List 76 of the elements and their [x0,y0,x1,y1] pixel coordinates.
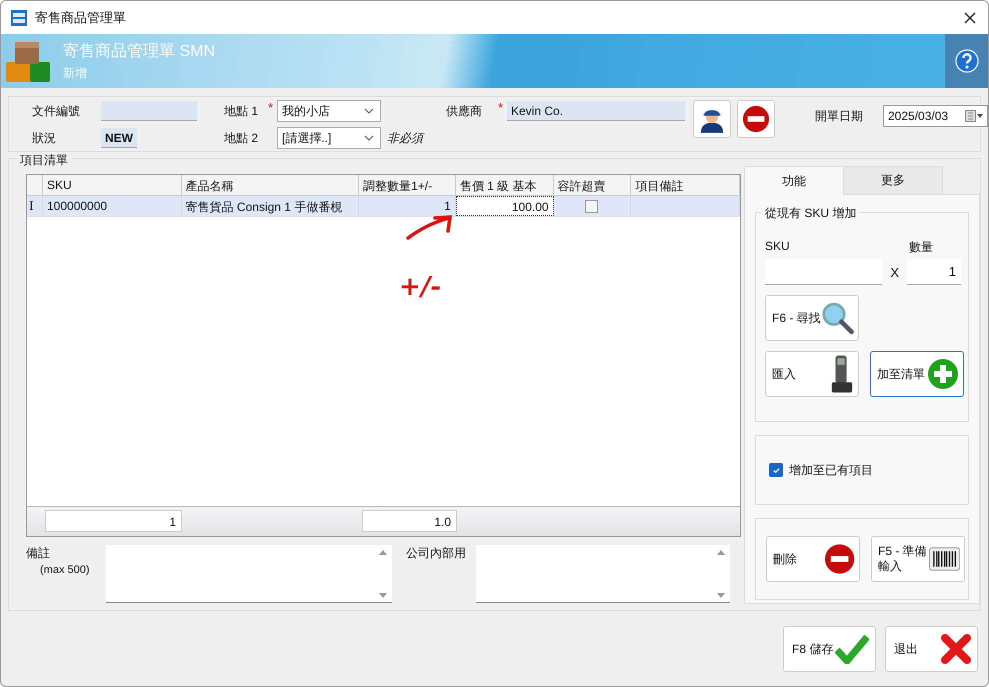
arrow-annotation [405,213,455,241]
field-label: 供應商 [446,102,483,120]
table-cell: 100000000 [43,196,182,216]
column-header[interactable]: 項目備註 [631,175,740,195]
save-button[interactable]: F8 儲存 [783,626,876,672]
checkmark-icon [772,466,780,474]
scroll-arrows-icon [716,549,726,599]
field-label: SKU [765,239,790,255]
required-mark: * [498,100,504,115]
close-icon[interactable] [964,12,976,24]
plus-icon [927,358,959,390]
optional-note: 非必須 [387,130,423,146]
group-title: 項目清單 [17,152,71,169]
customer-button[interactable] [693,100,731,138]
action-button[interactable]: F6 - 尋找 [765,295,859,341]
column-header[interactable]: 調整數量1+/- [359,175,456,195]
price-cell[interactable]: 100.00 [456,196,554,216]
field-label: 文件編號 [32,102,81,120]
window-title: 寄售商品管理單 [35,8,127,26]
required-mark: * [268,100,274,115]
times-sign: X [889,264,900,280]
total-field: 1.0 [362,510,457,532]
field-label: 數量 [909,239,933,256]
location-select[interactable]: 我的小店 [277,100,381,122]
action-button[interactable]: 匯入 [765,351,859,397]
cross-icon [941,634,971,664]
column-header[interactable]: 產品名稱 [182,175,360,195]
group-title: 從現有 SKU 增加 [762,205,860,222]
column-header[interactable]: SKU [43,175,182,195]
table-cell: 寄售貨品 Consign 1 手做番梘 [182,196,360,216]
calendar-icon [965,110,983,122]
date-field[interactable]: 2025/03/03 [883,105,988,127]
scroll-arrows-icon [378,549,388,599]
clear-button[interactable] [737,100,775,138]
table-row[interactable]: I 100000000 寄售貨品 Consign 1 手做番梘 1 100.00 [27,196,740,217]
barcode-icon [928,547,960,571]
checkmark-icon [835,634,869,664]
field-label: 狀況 [32,130,57,146]
doc-number-field[interactable] [101,101,197,121]
status-value: NEW [101,128,137,148]
field-label: 地點 2 [224,130,260,146]
memo-field[interactable] [106,545,392,603]
field-hint: (max 500) [40,564,91,576]
search-icon [820,301,854,335]
tab[interactable]: 更多 [843,166,943,194]
column-header[interactable]: 容許超賣 [554,175,632,195]
minus-icon [742,105,770,133]
help-button[interactable] [945,34,988,88]
supplier-field[interactable]: Kevin Co. [507,101,685,121]
action-button[interactable]: F5 - 準備輸入 [871,536,965,582]
help-icon [954,49,978,73]
checkbox[interactable] [585,200,598,212]
sku-input[interactable] [765,259,882,285]
handheld-scanner-icon [830,354,854,394]
header-subtitle: 新增 [63,64,88,82]
exit-button[interactable]: 退出 [885,626,978,672]
tab[interactable]: 功能 [744,166,844,195]
handwritten-note: +/- [399,272,442,302]
field-label: 公司內部用 [406,545,467,562]
app-logo-icon [11,10,27,26]
column-header[interactable]: 售價 1 級 基本 [456,175,554,195]
field-label: 地點 1 [224,102,260,120]
field-label: 備註 [26,545,51,562]
quantity-input[interactable]: 1 [906,259,961,285]
total-field: 1 [45,510,182,532]
field-label: 開單日期 [815,108,863,124]
minus-icon [824,543,855,575]
checkbox-option[interactable]: 增加至已有項目 [769,462,873,478]
checkbox[interactable] [769,463,783,477]
action-button[interactable]: 刪除 [766,536,860,582]
action-button[interactable]: 加至清單 [870,351,964,397]
memo-field[interactable] [476,545,730,603]
chevron-icon [364,108,374,114]
location-select[interactable]: [請選擇..] [277,127,381,149]
chevron-icon [364,135,374,141]
header-title: 寄售商品管理單 SMN [63,42,216,62]
